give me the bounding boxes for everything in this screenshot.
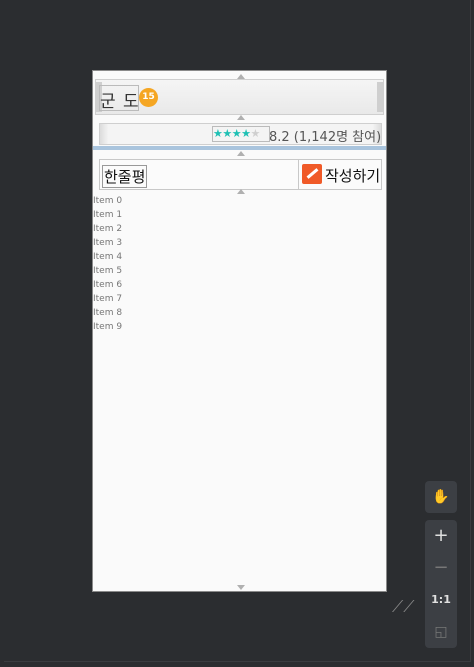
pencil-icon xyxy=(302,164,322,184)
zoom-out-button[interactable]: − xyxy=(425,552,457,584)
arrow-down-icon xyxy=(237,585,245,590)
zoom-toolbar: ✋ + − 1:1 ◱ xyxy=(425,481,457,648)
device-preview: 군 도 15 ★★★★★ 8.2 (1,142명 참여) 한줄평 작성하기 It… xyxy=(92,70,387,592)
review-label: 한줄평 xyxy=(102,165,148,188)
star-icon: ★ xyxy=(231,127,242,140)
list-item[interactable]: Item 7 xyxy=(93,292,153,306)
star-icon: ★ xyxy=(222,127,232,140)
list-item[interactable]: Item 9 xyxy=(93,320,153,334)
movie-title: 군 도 xyxy=(100,92,140,112)
star-icon: ★ xyxy=(250,127,261,140)
star-icon: ★ xyxy=(241,127,251,140)
arrow-up-icon xyxy=(237,115,245,120)
layout-editor-canvas: 군 도 15 ★★★★★ 8.2 (1,142명 참여) 한줄평 작성하기 It… xyxy=(4,0,471,662)
review-header: 한줄평 작성하기 xyxy=(99,159,382,190)
list-item[interactable]: Item 0 xyxy=(93,194,153,208)
write-review-label: 작성하기 xyxy=(325,167,381,185)
arrow-up-icon xyxy=(237,189,245,194)
arrow-up-icon xyxy=(237,151,245,156)
write-review-button[interactable]: 작성하기 xyxy=(298,160,384,189)
rating-summary: 8.2 (1,142명 참여) xyxy=(269,130,382,145)
divider xyxy=(93,146,386,150)
list-item[interactable]: Item 1 xyxy=(93,208,153,222)
list-item[interactable]: Item 4 xyxy=(93,250,153,264)
age-rating-badge: 15 xyxy=(139,88,158,107)
star-icon: ★ xyxy=(213,127,223,140)
title-row: 군 도 15 xyxy=(93,77,386,117)
fit-screen-button[interactable]: ◱ xyxy=(425,616,457,648)
list-item[interactable]: Item 2 xyxy=(93,222,153,236)
star-rating: ★★★★★ xyxy=(212,126,270,142)
list-item[interactable]: Item 6 xyxy=(93,278,153,292)
rating-row: ★★★★★ 8.2 (1,142명 참여) xyxy=(99,123,382,145)
list-item[interactable]: Item 5 xyxy=(93,264,153,278)
resize-handle-icon[interactable]: ⟋⟋ xyxy=(392,597,414,617)
pan-tool-button[interactable]: ✋ xyxy=(425,481,457,513)
zoom-in-button[interactable]: + xyxy=(425,520,457,552)
review-list: Item 0 Item 1 Item 2 Item 3 Item 4 Item … xyxy=(93,194,153,334)
actual-size-button[interactable]: 1:1 xyxy=(425,584,457,616)
list-item[interactable]: Item 8 xyxy=(93,306,153,320)
list-item[interactable]: Item 3 xyxy=(93,236,153,250)
